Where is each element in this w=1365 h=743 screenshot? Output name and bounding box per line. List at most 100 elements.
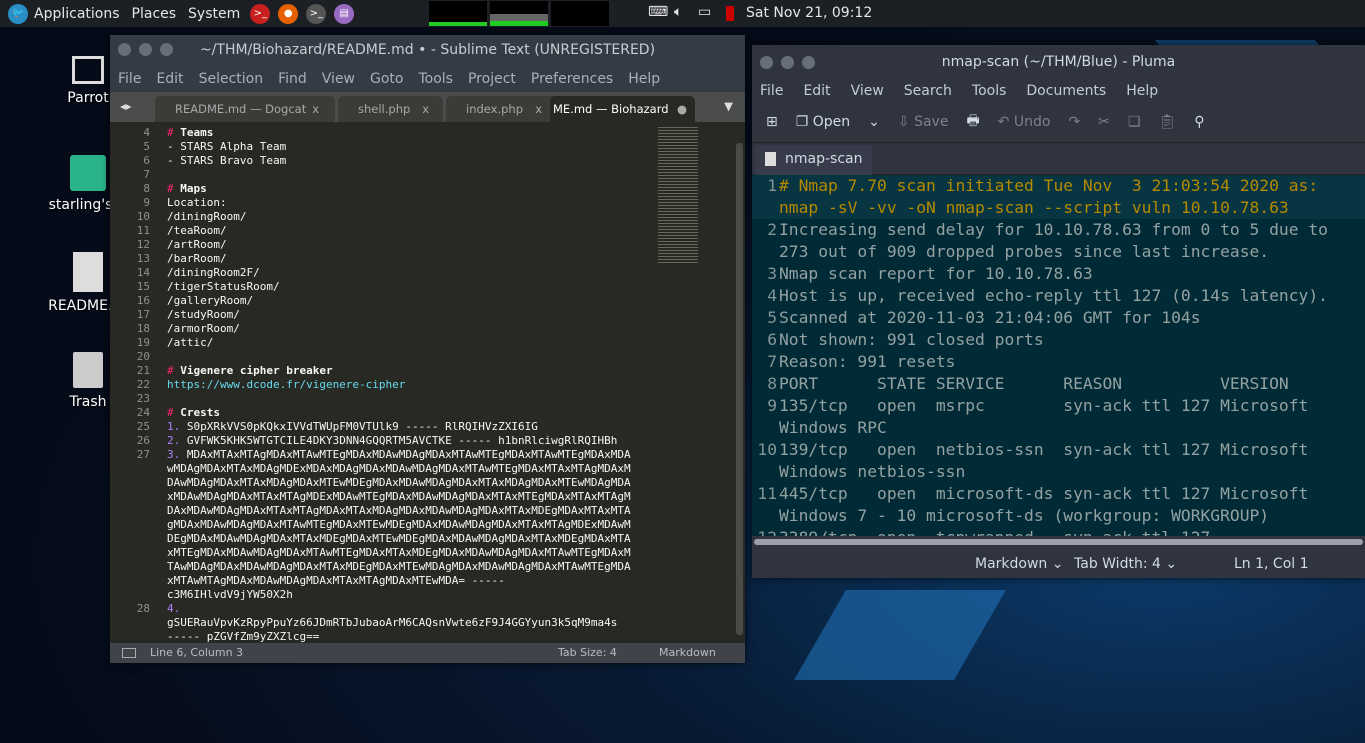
menu-goto[interactable]: Goto <box>370 71 403 87</box>
tab-close-icon[interactable]: x <box>312 96 319 122</box>
print-icon[interactable]: 🖶︎ <box>966 110 979 134</box>
menu-tools[interactable]: Tools <box>418 71 453 87</box>
line-number: 12 <box>752 527 779 536</box>
code-line: xMTAwMTAgMDAxMDAwMDAgMDAxMTAxMTAgMDAxMTE… <box>110 574 734 588</box>
new-document-icon[interactable]: ⊞ <box>766 114 778 130</box>
menu-help[interactable]: Help <box>1126 83 1158 99</box>
sublime-titlebar: ~/THM/Biohazard/README.md • - Sublime Te… <box>110 35 745 65</box>
line-text: Host is up, received echo-reply ttl 127 … <box>779 286 1328 305</box>
code-line: DEgMDAxMDAwMDAgMDAxMTAxMDEgMDAxMTEwMDEgM… <box>110 532 734 546</box>
clock[interactable]: Sat Nov 21, 09:12 <box>746 5 872 21</box>
paste-icon[interactable]: 📋︎ <box>1158 114 1176 130</box>
menu-find[interactable]: Find <box>278 71 307 87</box>
menu-edit[interactable]: Edit <box>156 71 183 87</box>
code-line: xMTEgMDAxMDAwMDAgMDAxMTAwMTEgMDAxMTAxMDE… <box>110 546 734 560</box>
code-line: Windows RPC <box>752 417 1365 439</box>
vertical-scrollbar[interactable] <box>736 143 743 635</box>
code-line: 4 Host is up, received echo-reply ttl 127… <box>752 285 1365 307</box>
line-content: Crests <box>180 406 220 419</box>
tab-nmap-scan[interactable]: nmap-scan × <box>755 145 872 195</box>
line-number: 10 <box>757 440 777 459</box>
minimize-button[interactable] <box>139 43 152 56</box>
syntax-selector[interactable]: Markdown ⌄ <box>975 550 1063 578</box>
network-icon[interactable]: ▭ <box>698 4 711 20</box>
tab-shell-php[interactable]: shell.php x <box>338 96 443 122</box>
tab-dropdown-icon[interactable]: ▼ <box>724 99 733 113</box>
menu-documents[interactable]: Documents <box>1026 83 1106 99</box>
line-text: gSUERauVpvKzRpyPpuYz66JDmRTbJubaoArM6CAQ… <box>167 616 667 630</box>
pluma-editor[interactable]: 1 # Nmap 7.70 scan initiated Tue Nov 3 21… <box>752 175 1365 536</box>
menu-view[interactable]: View <box>322 71 355 87</box>
tab-readme-dogcat[interactable]: README.md — Dogcat x <box>155 96 335 122</box>
syntax-label: Markdown <box>975 556 1048 572</box>
redo-icon[interactable]: ↷ <box>1068 114 1080 130</box>
code-line: 19/attic/ <box>110 336 734 350</box>
menu-help[interactable]: Help <box>628 71 660 87</box>
tab-index-php[interactable]: index.php x <box>446 96 556 122</box>
terminal-red-icon[interactable]: >_ <box>250 3 271 24</box>
parrot-logo-icon[interactable]: 🐦 <box>8 3 28 24</box>
code-line: 13/barRoom/ <box>110 252 734 266</box>
volume-icon[interactable]: 🔈︎ <box>674 4 682 20</box>
panel-toggle-icon[interactable] <box>122 648 136 658</box>
menu-selection[interactable]: Selection <box>199 71 264 87</box>
minimap[interactable] <box>658 125 698 265</box>
close-button[interactable] <box>118 43 131 56</box>
tab-close-icon[interactable]: x <box>535 96 542 122</box>
minimize-button[interactable] <box>781 56 794 69</box>
line-text: 135/tcp open msrpc syn-ack ttl 127 Micro… <box>779 396 1309 415</box>
menu-preferences[interactable]: Preferences <box>531 71 613 87</box>
pluma-statusbar: Markdown ⌄ Tab Width: 4 ⌄ Ln 1, Col 1 <box>752 550 1365 578</box>
applications-menu[interactable]: Applications <box>34 6 120 22</box>
sublime-editor[interactable]: 4 # Teams 5 - STARS Alpha Team 6 - STARS Brav… <box>110 122 734 643</box>
horizontal-scrollbar[interactable] <box>754 539 1363 545</box>
trash-icon <box>73 352 103 388</box>
open-dropdown-icon[interactable]: ⌄ <box>868 114 880 130</box>
menu-view[interactable]: View <box>851 83 884 99</box>
menu-search[interactable]: Search <box>904 83 952 99</box>
syntax-selector[interactable]: Markdown <box>659 643 716 663</box>
close-button[interactable] <box>760 56 773 69</box>
tab-close-icon[interactable]: x <box>422 96 429 122</box>
line-content: /armorRoom/ <box>167 322 240 335</box>
terminal-icon[interactable]: >_ <box>306 3 327 24</box>
text-editor-icon[interactable]: ▤ <box>334 3 355 24</box>
keyboard-icon[interactable]: ⌨ <box>648 4 668 20</box>
line-number: 23 <box>136 392 150 405</box>
unsaved-dot-icon[interactable]: ● <box>677 96 687 122</box>
open-button[interactable]: ❐ Open <box>796 114 850 130</box>
tab-readme-biohazard[interactable]: ME.md — Biohazard ● <box>550 96 695 122</box>
code-line: 8 # Maps <box>110 182 734 196</box>
line-content: DEgMDAxMDAwMDAgMDAxMTAxMDEgMDAxMTEwMDEgM… <box>167 532 631 545</box>
undo-button[interactable]: ↶ Undo <box>998 114 1051 130</box>
line-number: 8 <box>143 182 150 195</box>
battery-icon[interactable] <box>726 6 734 21</box>
tab-size[interactable]: Tab Size: 4 <box>558 643 617 663</box>
tab-width-selector[interactable]: Tab Width: 4 ⌄ <box>1074 550 1177 578</box>
system-menu[interactable]: System <box>188 6 240 22</box>
maximize-button[interactable] <box>160 43 173 56</box>
cut-icon[interactable]: ✂ <box>1098 114 1110 130</box>
menu-project[interactable]: Project <box>468 71 516 87</box>
firefox-icon[interactable]: ● <box>278 3 299 24</box>
menu-file[interactable]: File <box>118 71 141 87</box>
menu-edit[interactable]: Edit <box>803 83 830 99</box>
line-text: gMDAxMDAwMDAgMDAxMTAwMTEgMDAxMTEwMDEgMDA… <box>167 518 667 532</box>
copy-icon[interactable]: ❏ <box>1128 114 1141 130</box>
tab-nav-arrows-icon[interactable]: ◂▸ <box>120 99 132 113</box>
save-button[interactable]: ⇩ Save <box>898 114 949 130</box>
places-menu[interactable]: Places <box>132 6 177 22</box>
line-text: nmap -sV -vv -oN nmap-scan --script vuln… <box>779 198 1289 217</box>
search-icon[interactable]: ⚲ <box>1194 114 1204 130</box>
menu-file[interactable]: File <box>760 83 783 99</box>
line-content: /tigerStatusRoom/ <box>167 280 280 293</box>
line-content: /diningRoom2F/ <box>167 266 260 279</box>
file-icon <box>765 152 776 166</box>
top-panel: 🐦 Applications Places System >_ ● >_ ▤ ⌨… <box>0 0 1365 27</box>
window-title: ~/THM/Biohazard/README.md • - Sublime Te… <box>199 42 656 58</box>
menu-tools[interactable]: Tools <box>972 83 1007 99</box>
line-number: 9 <box>143 196 150 209</box>
line-text: xMDAwMDAgMDAxMTAxMTAgMDExMDAwMTEgMDAxMDA… <box>167 490 667 504</box>
line-content[interactable]: https://www.dcode.fr/vigenere-cipher <box>167 378 405 391</box>
maximize-button[interactable] <box>802 56 815 69</box>
